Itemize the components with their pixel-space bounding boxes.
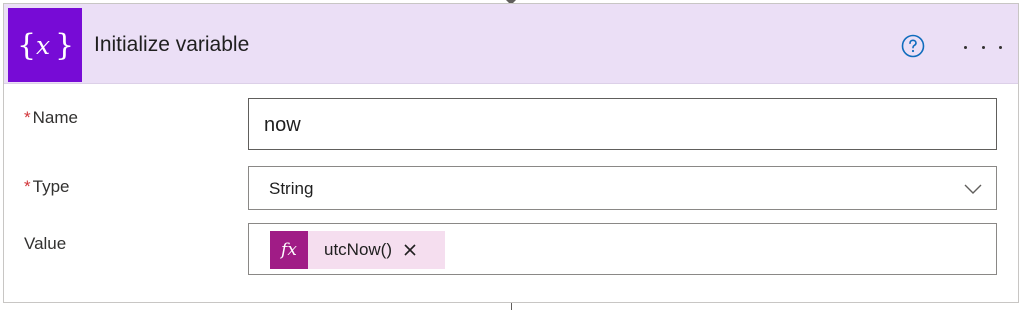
more-dot-icon	[964, 45, 967, 49]
type-label: * Type	[24, 177, 69, 197]
svg-text:x: x	[36, 31, 50, 60]
type-label-text: Type	[32, 177, 70, 196]
required-marker: *	[24, 108, 31, 127]
chevron-down-icon[interactable]	[964, 180, 982, 198]
svg-text:{: {	[17, 28, 36, 63]
value-input[interactable]: fx utcNow()	[248, 223, 997, 275]
variable-braces-icon: { x }	[8, 8, 82, 82]
action-header[interactable]: { x } Initialize variable	[4, 4, 1018, 84]
more-dot-icon	[999, 45, 1002, 49]
name-input[interactable]: now	[248, 98, 997, 150]
action-card: { x } Initialize variable * Name now * Typ…	[3, 3, 1019, 303]
more-dot-icon	[981, 45, 985, 49]
type-dropdown[interactable]: String	[248, 166, 997, 210]
name-input-value[interactable]: now	[264, 114, 301, 137]
action-title[interactable]: Initialize variable	[94, 33, 249, 57]
expression-token[interactable]: fx utcNow()	[270, 231, 445, 269]
svg-text:}: }	[55, 28, 74, 63]
close-icon[interactable]	[402, 242, 418, 258]
flow-connector-line	[511, 303, 512, 310]
expression-token-text[interactable]: utcNow()	[324, 240, 392, 260]
more-options-button[interactable]	[964, 41, 1002, 53]
function-fx-icon: fx	[270, 231, 308, 269]
value-label-text: Value	[24, 234, 67, 253]
name-label-text: Name	[32, 108, 78, 127]
type-dropdown-value[interactable]: String	[269, 179, 313, 199]
value-label: Value	[24, 234, 66, 254]
name-label: * Name	[24, 108, 78, 128]
help-icon[interactable]	[901, 34, 925, 58]
required-marker: *	[24, 177, 31, 196]
